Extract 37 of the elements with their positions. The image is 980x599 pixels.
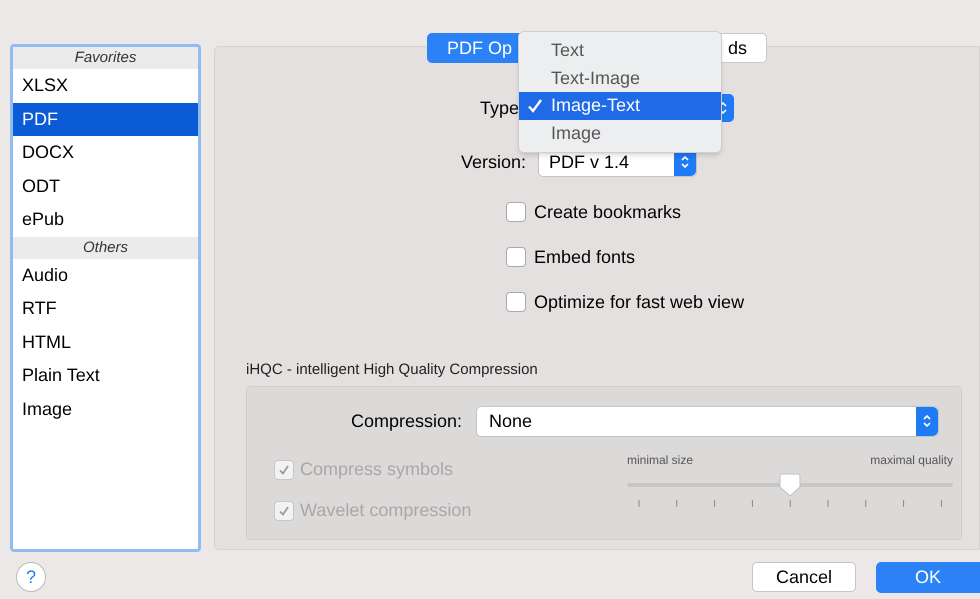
checkmark-icon <box>278 504 290 516</box>
menu-item[interactable]: Image <box>519 120 721 147</box>
version-label: Version: <box>460 150 526 174</box>
format-item[interactable]: PDF <box>13 102 198 136</box>
checkbox[interactable] <box>506 202 526 222</box>
checkbox[interactable] <box>506 247 526 267</box>
group-title: iHQC - intelligent High Quality Compression <box>246 360 539 380</box>
format-item[interactable]: Audio <box>13 258 198 292</box>
format-item[interactable]: RTF <box>13 292 198 326</box>
format-item[interactable]: ePub <box>13 203 198 236</box>
section-header: Others <box>13 236 198 258</box>
checkbox[interactable] <box>506 292 526 312</box>
compression-dropdown[interactable]: None <box>476 406 939 436</box>
slider-min-label: minimal size <box>627 452 694 468</box>
type-label: Type <box>478 96 519 120</box>
checkmark-icon <box>527 98 543 114</box>
ok-button[interactable]: OK <box>876 562 980 592</box>
menu-item[interactable]: Text-Image <box>519 64 721 92</box>
quality-slider[interactable] <box>627 472 953 496</box>
compression-label: Compression: <box>350 410 462 433</box>
format-item[interactable]: HTML <box>13 326 198 359</box>
stepper-icon <box>916 406 938 436</box>
help-button[interactable]: ? <box>16 562 46 592</box>
format-item[interactable]: XLSX <box>13 69 198 102</box>
menu-item[interactable]: Image-Text <box>519 92 721 120</box>
cancel-button[interactable]: Cancel <box>752 562 856 592</box>
slider-thumb[interactable] <box>778 472 802 496</box>
slider-max-label: maximal quality <box>870 452 953 468</box>
format-item[interactable]: ODT <box>13 170 198 203</box>
section-header: Favorites <box>13 47 198 69</box>
option-label: Create bookmarks <box>534 200 682 224</box>
checkmark-icon <box>278 464 290 476</box>
option-label: Optimize for fast web view <box>534 290 744 314</box>
option-label: Embed fonts <box>534 246 636 268</box>
format-item[interactable]: Image <box>13 392 198 426</box>
format-item[interactable]: Plain Text <box>13 359 198 392</box>
format-item[interactable]: DOCX <box>13 136 198 170</box>
